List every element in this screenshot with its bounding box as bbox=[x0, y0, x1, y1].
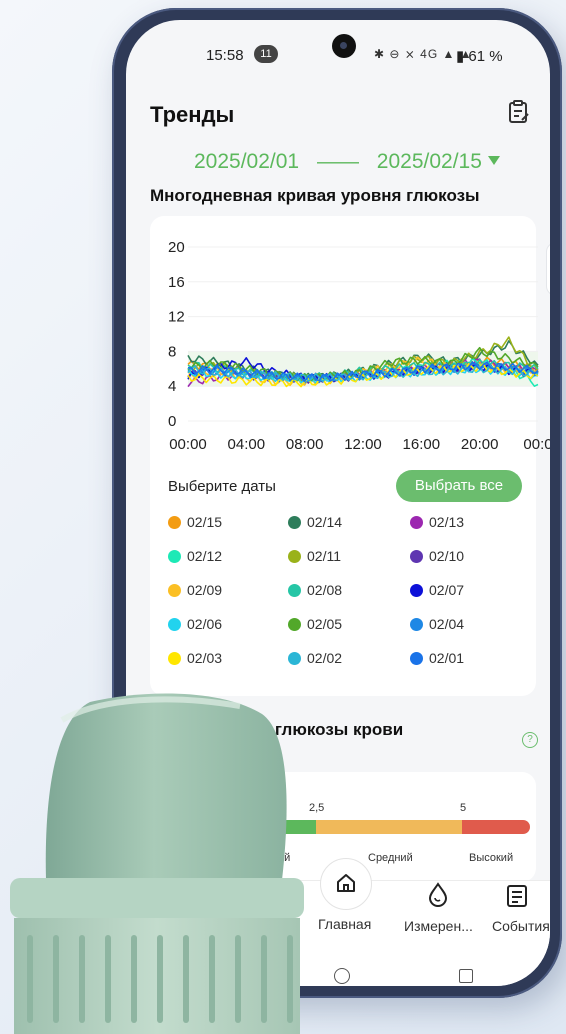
date-start: 2025/02/01 bbox=[194, 150, 300, 173]
date-color-dot bbox=[410, 516, 423, 529]
system-recents-button[interactable] bbox=[459, 969, 473, 983]
help-icon[interactable]: ? bbox=[522, 732, 538, 748]
home-tab-label[interactable]: Главная bbox=[318, 916, 371, 932]
date-option[interactable]: 02/13 bbox=[410, 514, 464, 530]
x-tick-label: 20:00 bbox=[461, 436, 499, 453]
date-option[interactable]: 02/06 bbox=[168, 616, 222, 632]
high-range-bar bbox=[462, 820, 530, 834]
date-option-label: 02/09 bbox=[187, 582, 223, 598]
date-option-label: 02/02 bbox=[307, 650, 343, 666]
select-all-button[interactable]: Выбрать все bbox=[396, 470, 522, 502]
date-color-dot bbox=[168, 584, 181, 597]
battery-level: ▮ 61 % bbox=[456, 47, 503, 65]
date-color-dot bbox=[410, 618, 423, 631]
date-option-label: 02/15 bbox=[187, 514, 223, 530]
date-option[interactable]: 02/14 bbox=[288, 514, 342, 530]
date-option-label: 02/08 bbox=[307, 582, 343, 598]
mid-range-bar bbox=[316, 820, 462, 834]
date-option[interactable]: 02/07 bbox=[410, 582, 464, 598]
y-tick-label: 8 bbox=[168, 343, 176, 360]
events-tab-label[interactable]: События bbox=[492, 918, 550, 934]
date-color-dot bbox=[168, 652, 181, 665]
date-color-dot bbox=[168, 550, 181, 563]
date-color-dot bbox=[288, 584, 301, 597]
battery-percent: 61 % bbox=[468, 48, 503, 65]
battery-icon: ▮ bbox=[456, 48, 469, 65]
x-tick-label: 08:00 bbox=[286, 436, 324, 453]
date-option[interactable]: 02/01 bbox=[410, 650, 464, 666]
glucose-chart: 20 16 12 8 4 0 00:00 04:00 08:00 12:00 16:00 20:00 0… bbox=[168, 239, 550, 453]
date-color-dot bbox=[168, 516, 181, 529]
date-option-label: 02/03 bbox=[187, 650, 223, 666]
y-tick-label: 0 bbox=[168, 413, 176, 430]
x-tick-label: 00:00 bbox=[169, 436, 207, 453]
x-tick-label: 00:0 bbox=[523, 436, 550, 453]
cgm-sensor-image bbox=[10, 693, 304, 1034]
date-option-label: 02/07 bbox=[429, 582, 465, 598]
date-option[interactable]: 02/15 bbox=[168, 514, 222, 530]
date-option[interactable]: 02/09 bbox=[168, 582, 222, 598]
y-tick-label: 12 bbox=[168, 309, 185, 326]
date-option[interactable]: 02/04 bbox=[410, 616, 464, 632]
threshold-tick-2: 5 bbox=[460, 802, 467, 814]
front-camera bbox=[332, 34, 356, 58]
page-title: Тренды bbox=[150, 102, 235, 127]
report-icon[interactable] bbox=[508, 100, 530, 124]
date-color-dot bbox=[288, 550, 301, 563]
date-option[interactable]: 02/11 bbox=[288, 548, 341, 564]
date-option[interactable]: 02/02 bbox=[288, 650, 342, 666]
date-option[interactable]: 02/10 bbox=[410, 548, 464, 564]
notification-badge: 11 bbox=[254, 45, 278, 63]
date-option[interactable]: 02/08 bbox=[288, 582, 342, 598]
date-option[interactable]: 02/05 bbox=[288, 616, 342, 632]
date-option-label: 02/05 bbox=[307, 616, 343, 632]
date-color-dot bbox=[288, 516, 301, 529]
measure-tab-label[interactable]: Измерен... bbox=[404, 918, 473, 934]
events-icon[interactable] bbox=[506, 884, 528, 908]
date-color-dot bbox=[410, 652, 423, 665]
date-color-dot bbox=[288, 618, 301, 631]
date-color-dot bbox=[288, 652, 301, 665]
date-option[interactable]: 02/12 bbox=[168, 548, 222, 564]
date-range-selector[interactable]: 2025/02/01 —— 2025/02/15 bbox=[194, 150, 482, 174]
y-tick-label: 20 bbox=[168, 239, 185, 256]
date-option-label: 02/10 bbox=[429, 548, 465, 564]
date-separator: —— bbox=[316, 150, 359, 173]
date-option[interactable]: 02/03 bbox=[168, 650, 222, 666]
drop-icon[interactable] bbox=[426, 882, 450, 908]
date-option-label: 02/12 bbox=[187, 548, 223, 564]
y-tick-label: 4 bbox=[168, 378, 176, 395]
mid-range-label: Средний bbox=[368, 852, 413, 864]
home-icon bbox=[337, 874, 355, 892]
date-option-label: 02/14 bbox=[307, 514, 343, 530]
y-tick-label: 16 bbox=[168, 274, 185, 291]
high-range-label: Высокий bbox=[469, 852, 514, 864]
date-option-label: 02/01 bbox=[429, 650, 465, 666]
x-tick-label: 12:00 bbox=[344, 436, 382, 453]
multi-day-title: Многодневная кривая уровня глюкозы bbox=[150, 186, 480, 205]
date-color-dot bbox=[168, 618, 181, 631]
status-time: 15:58 bbox=[206, 47, 244, 64]
date-end: 2025/02/15 bbox=[376, 150, 482, 173]
date-color-dot bbox=[410, 584, 423, 597]
x-tick-label: 16:00 bbox=[403, 436, 441, 453]
x-tick-label: 04:00 bbox=[228, 436, 266, 453]
home-tab[interactable] bbox=[320, 858, 372, 910]
select-dates-label: Выберите даты bbox=[168, 478, 276, 495]
date-option-label: 02/04 bbox=[429, 616, 465, 632]
date-option-label: 02/11 bbox=[307, 548, 341, 564]
date-option-label: 02/13 bbox=[429, 514, 465, 530]
date-color-dot bbox=[410, 550, 423, 563]
dropdown-arrow-icon[interactable] bbox=[488, 156, 500, 165]
date-option-label: 02/06 bbox=[187, 616, 223, 632]
system-home-button[interactable] bbox=[334, 968, 350, 984]
